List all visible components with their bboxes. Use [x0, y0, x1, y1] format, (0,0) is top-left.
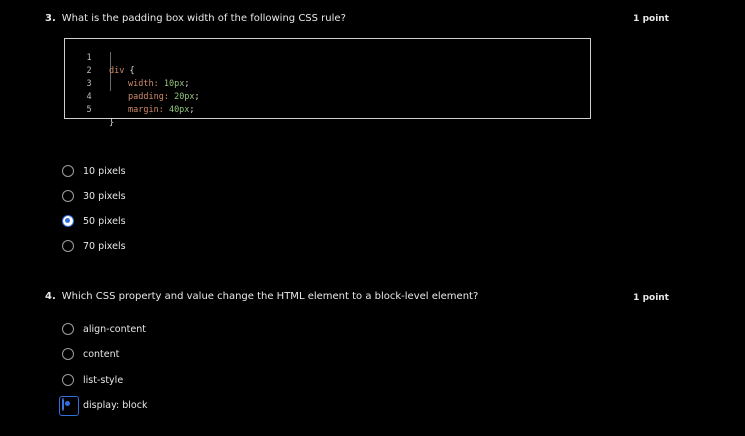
semicolon: ; [189, 105, 195, 115]
q3-option-10-pixels[interactable]: 10 pixels [62, 162, 126, 180]
radio-button[interactable] [62, 240, 74, 252]
radio-button[interactable] [62, 348, 74, 360]
radio-button[interactable] [62, 190, 74, 202]
code-line-5: 5 } [65, 91, 114, 128]
question-4-prompt: 4. Which CSS property and value change th… [45, 291, 478, 302]
line-number: 5 [86, 105, 92, 115]
option-label: display: block [83, 399, 148, 411]
option-label: content [83, 348, 120, 360]
semicolon: ; [184, 79, 190, 89]
question-3-prompt: 3. What is the padding box width of the f… [45, 13, 346, 24]
option-label: 70 pixels [83, 240, 126, 252]
question-3-points: 1 point [633, 14, 669, 24]
question-3-text: What is the padding box width of the fol… [61, 13, 346, 24]
css-value: 20px [168, 92, 195, 102]
q4-option-content[interactable]: content [62, 345, 119, 363]
option-label: list-style [83, 374, 124, 386]
q3-option-50-pixels[interactable]: 50 pixels [62, 212, 126, 230]
question-3-number: 3. [45, 13, 56, 24]
css-property: width: [128, 79, 159, 89]
code-line-4: 4 margin: 40px; [65, 78, 194, 115]
code-line-3: 3 padding: 20px; [65, 65, 199, 102]
code-line-2: 2 width: 10px; [65, 52, 189, 89]
option-label: align-content [83, 323, 146, 335]
css-value: 40px [163, 105, 190, 115]
radio-button[interactable] [62, 323, 74, 335]
focused-radio-wrapper[interactable] [59, 396, 79, 416]
open-brace: { [124, 66, 135, 76]
css-property: padding: [128, 92, 169, 102]
q3-option-70-pixels[interactable]: 70 pixels [62, 237, 126, 255]
css-property: margin: [128, 105, 164, 115]
radio-button[interactable] [62, 165, 74, 177]
question-4-number: 4. [45, 291, 56, 302]
radio-button-selected[interactable] [62, 215, 74, 227]
css-value: 10px [158, 79, 185, 89]
option-label: 50 pixels [83, 215, 126, 227]
question-4-text: Which CSS property and value change the … [61, 291, 479, 302]
q4-option-align-content[interactable]: align-content [62, 320, 146, 338]
q4-option-list-style[interactable]: list-style [62, 371, 123, 389]
code-line-1: 1 div { [65, 39, 134, 76]
radio-button[interactable] [62, 374, 74, 386]
close-brace: } [109, 118, 115, 128]
semicolon: ; [194, 92, 200, 102]
question-4-points: 1 point [633, 293, 669, 303]
q3-option-30-pixels[interactable]: 30 pixels [62, 187, 126, 205]
option-label: 10 pixels [83, 165, 126, 177]
option-label: 30 pixels [83, 190, 126, 202]
css-selector: div [109, 66, 125, 76]
radio-button-selected[interactable] [62, 398, 64, 411]
code-block: 1 div { 2 width: 10px; 3 padding: 20px; … [64, 38, 591, 128]
q4-option-display-block[interactable]: display: block [59, 396, 148, 416]
